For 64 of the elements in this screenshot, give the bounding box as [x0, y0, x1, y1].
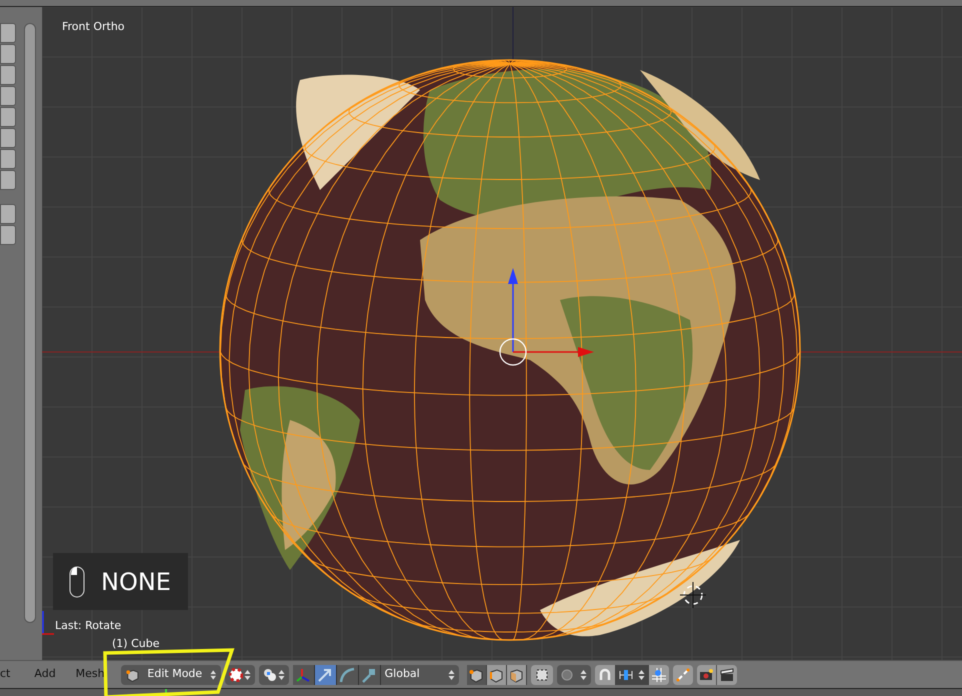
- grid-target-icon: [652, 668, 666, 682]
- pivot-dropdown[interactable]: [224, 664, 255, 684]
- manipulator-toggle[interactable]: [336, 664, 359, 684]
- scale-handle-icon: [361, 666, 378, 682]
- up-down-arrows-icon: [580, 668, 587, 680]
- tool-tab[interactable]: [0, 204, 16, 224]
- orientation-dropdown[interactable]: Global: [380, 664, 459, 684]
- shading-dropdown[interactable]: [258, 664, 289, 684]
- occlude-toggle[interactable]: [530, 664, 553, 684]
- tool-tab[interactable]: [0, 128, 16, 148]
- up-down-arrows-icon: [244, 668, 251, 680]
- arrow-icon: [317, 666, 334, 682]
- inward-arrows-icon: [676, 668, 690, 682]
- tool-tab[interactable]: [0, 23, 16, 43]
- up-down-arrows-icon: [278, 668, 285, 680]
- snap-increment-icon: [618, 668, 633, 680]
- edge-cube-icon: [488, 666, 504, 682]
- pivot-icon: [228, 668, 243, 682]
- tool-tab[interactable]: [0, 170, 16, 190]
- last-operator-text: Last: Rotate: [55, 618, 122, 634]
- clapperboard-icon: [720, 668, 734, 682]
- up-down-arrows-icon: [638, 668, 645, 680]
- tool-tab[interactable]: [0, 149, 16, 169]
- snap-element-dropdown[interactable]: [614, 664, 649, 684]
- manipulator-toggle[interactable]: [314, 664, 337, 684]
- axes-icon: [295, 666, 312, 682]
- tool-tab[interactable]: [0, 225, 16, 245]
- manipulator-toggle[interactable]: [292, 664, 315, 684]
- render-animation-button[interactable]: [716, 664, 737, 684]
- camera-icon: [699, 668, 714, 682]
- tool-tab[interactable]: [0, 107, 16, 127]
- snap-toggle[interactable]: [594, 664, 615, 684]
- snap-target-button[interactable]: [648, 664, 669, 684]
- key-display-text: NONE: [101, 566, 171, 598]
- magnet-icon: [598, 668, 612, 682]
- face-cube-icon: [508, 666, 524, 682]
- up-down-arrows-icon: [448, 668, 455, 680]
- tool-tab[interactable]: [0, 86, 16, 106]
- mode-dropdown[interactable]: Edit Mode: [120, 664, 221, 684]
- object-label: (1) Cube: [112, 636, 160, 652]
- transform-gizmo-drawing[interactable]: [499, 268, 594, 366]
- mouse-icon: [69, 566, 85, 598]
- tool-tab[interactable]: [0, 44, 16, 64]
- select-mode-toggle[interactable]: [466, 664, 487, 684]
- select-mode-toggle[interactable]: [486, 664, 507, 684]
- proportional-edit-dropdown[interactable]: [556, 664, 591, 684]
- menu-item[interactable]: Mesh: [68, 666, 113, 683]
- dotted-square-icon: [534, 668, 549, 682]
- menu-item[interactable]: Add: [26, 666, 64, 683]
- menu-item[interactable]: ct: [0, 666, 22, 683]
- arc-icon: [339, 666, 356, 682]
- up-down-arrows-icon: [210, 668, 217, 680]
- circle-icon: [560, 668, 573, 680]
- render-image-button[interactable]: [696, 664, 717, 684]
- select-mode-toggle[interactable]: [506, 664, 527, 684]
- 3d-cursor-icon: [680, 582, 706, 608]
- vertex-cube-icon: [468, 666, 484, 682]
- scrollbar[interactable]: [24, 23, 36, 623]
- manipulator-toggle[interactable]: [358, 664, 381, 684]
- tool-tab[interactable]: [0, 65, 16, 85]
- view-label: Front Ortho: [62, 19, 125, 35]
- mirror-button[interactable]: [672, 664, 693, 684]
- axis-indicator-drawing: [42, 611, 54, 635]
- spheres-icon: [262, 668, 277, 682]
